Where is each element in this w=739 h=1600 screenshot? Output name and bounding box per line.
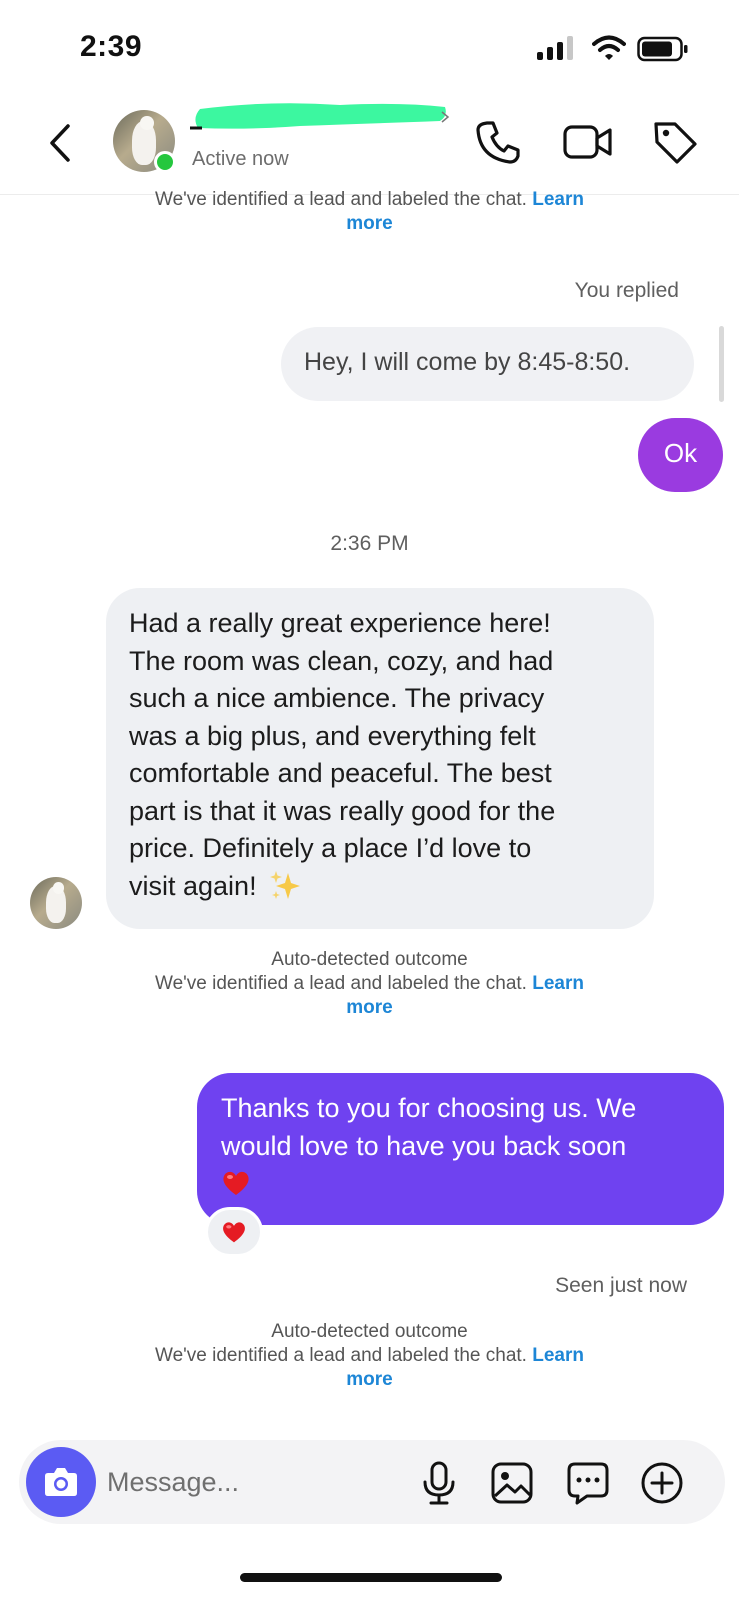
camera-icon [45, 1468, 77, 1496]
microphone-icon[interactable] [416, 1460, 462, 1506]
learn-more-link[interactable]: Learn [532, 1345, 584, 1366]
heart-reaction[interactable] [205, 1207, 263, 1257]
tag-icon[interactable] [651, 118, 699, 166]
red-heart-icon [223, 1222, 245, 1243]
lead-note-text: We've identified a lead and labeled the … [155, 189, 527, 210]
red-heart-emoji-icon [223, 1171, 249, 1195]
home-indicator[interactable] [240, 1573, 502, 1582]
auto-detected-outcome-note: Auto-detected outcome We've identified a… [0, 948, 739, 1020]
message-line: comfortable and peaceful. The best [129, 758, 552, 788]
lead-note-text: We've identified a lead and labeled the … [155, 1345, 527, 1366]
avatar-swan-head [140, 116, 154, 130]
cellular-signal-icon [537, 36, 575, 60]
learn-more-link-cont[interactable]: more [346, 1369, 392, 1390]
replied-message-bubble[interactable]: Hey, I will come by 8:45-8:50. [281, 327, 694, 401]
outgoing-message-bubble[interactable]: Thanks to you for choosing us. We would … [197, 1073, 724, 1225]
incoming-message-bubble[interactable]: Had a really great experience here! The … [106, 588, 654, 929]
outcome-title: Auto-detected outcome [271, 949, 468, 970]
online-status-dot [154, 151, 176, 173]
video-camera-icon[interactable] [562, 118, 614, 166]
message-composer [19, 1440, 725, 1524]
message-line: Had a really great experience here! [129, 608, 551, 638]
camera-button[interactable] [26, 1447, 96, 1517]
lead-detected-note-top: We've identified a lead and labeled the … [0, 188, 739, 236]
ok-message-bubble[interactable]: Ok [638, 418, 723, 492]
message-line: would love to have you back soon [221, 1130, 627, 1161]
scrollbar[interactable] [719, 326, 724, 402]
learn-more-link-cont[interactable]: more [346, 997, 392, 1018]
message-timestamp: 2:36 PM [330, 532, 409, 555]
seen-status-label: Seen just now [555, 1274, 687, 1297]
sender-avatar[interactable] [30, 877, 82, 929]
sticker-icon[interactable] [565, 1460, 611, 1506]
message-input[interactable] [107, 1460, 397, 1504]
learn-more-link[interactable]: Learn [532, 973, 584, 994]
message-line: was a big plus, and everything felt [129, 720, 536, 751]
contact-name-redacted[interactable] [190, 100, 452, 134]
outcome-title: Auto-detected outcome [271, 1321, 468, 1342]
active-status-text: Active now [192, 148, 289, 170]
message-line: Thanks to you for choosing us. We [221, 1093, 637, 1123]
phone-icon[interactable] [474, 118, 522, 166]
plus-icon[interactable] [639, 1460, 685, 1506]
status-time: 2:39 [80, 30, 143, 63]
message-line: The room was clean, cozy, and had [129, 645, 554, 676]
message-line: price. Definitely a place I’d love to [129, 833, 532, 863]
you-replied-label: You replied [574, 279, 679, 302]
avatar-swan-head [52, 882, 65, 894]
battery-icon [637, 36, 688, 62]
auto-detected-outcome-note: Auto-detected outcome We've identified a… [0, 1320, 739, 1392]
status-bar: 2:39 [0, 0, 739, 90]
learn-more-link[interactable]: Learn [532, 189, 584, 210]
back-chevron-icon[interactable] [42, 120, 78, 166]
wifi-icon [592, 35, 626, 60]
message-line-last: visit again! [129, 868, 634, 906]
message-line: such a nice ambience. The privacy [129, 683, 545, 713]
learn-more-link-cont[interactable]: more [346, 213, 392, 234]
message-line: part is that it was really good for the [129, 795, 556, 826]
chat-header: Active now [0, 90, 739, 195]
lead-note-text: We've identified a lead and labeled the … [155, 973, 527, 994]
gallery-icon[interactable] [489, 1460, 535, 1506]
sparkles-emoji-icon [270, 870, 301, 899]
message-line: visit again! [129, 870, 257, 901]
